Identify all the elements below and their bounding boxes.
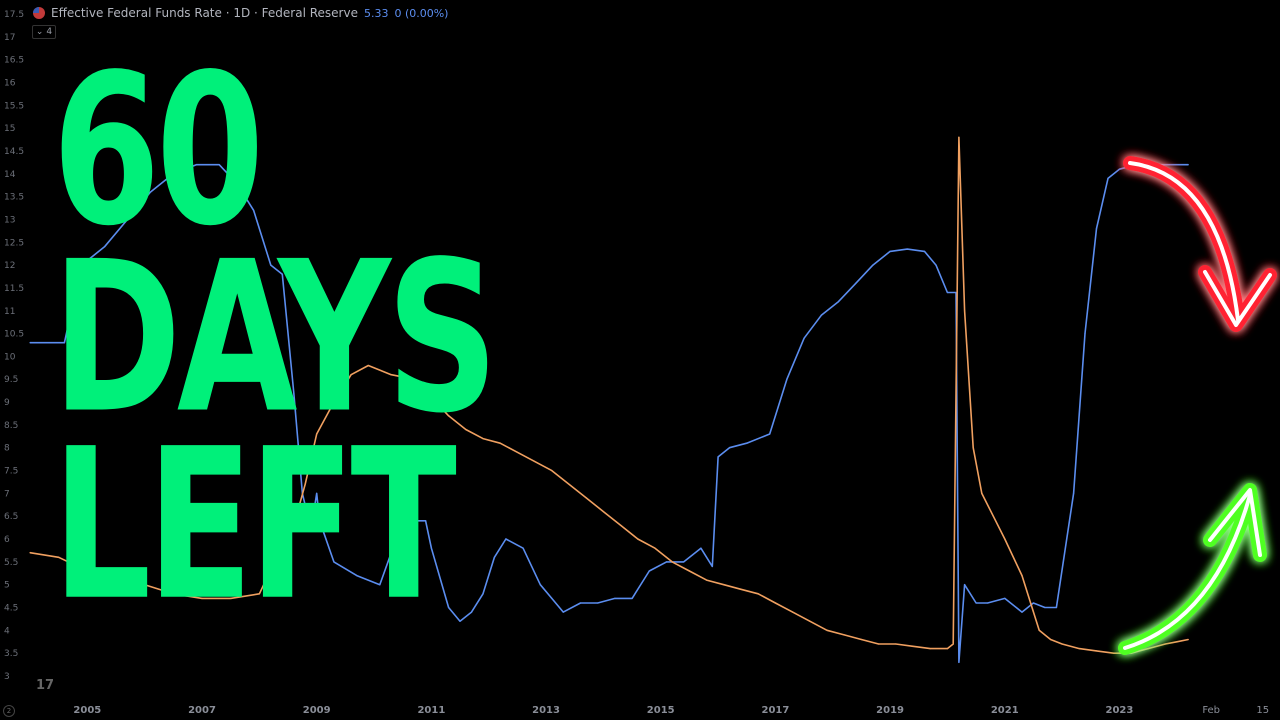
arrow-overlay xyxy=(1118,156,1277,655)
green-up-arrow-icon xyxy=(1118,483,1267,655)
corner-badge: 2 xyxy=(3,705,15,717)
red-down-arrow-icon xyxy=(1123,156,1277,332)
tradingview-logo: 17 xyxy=(36,678,55,693)
